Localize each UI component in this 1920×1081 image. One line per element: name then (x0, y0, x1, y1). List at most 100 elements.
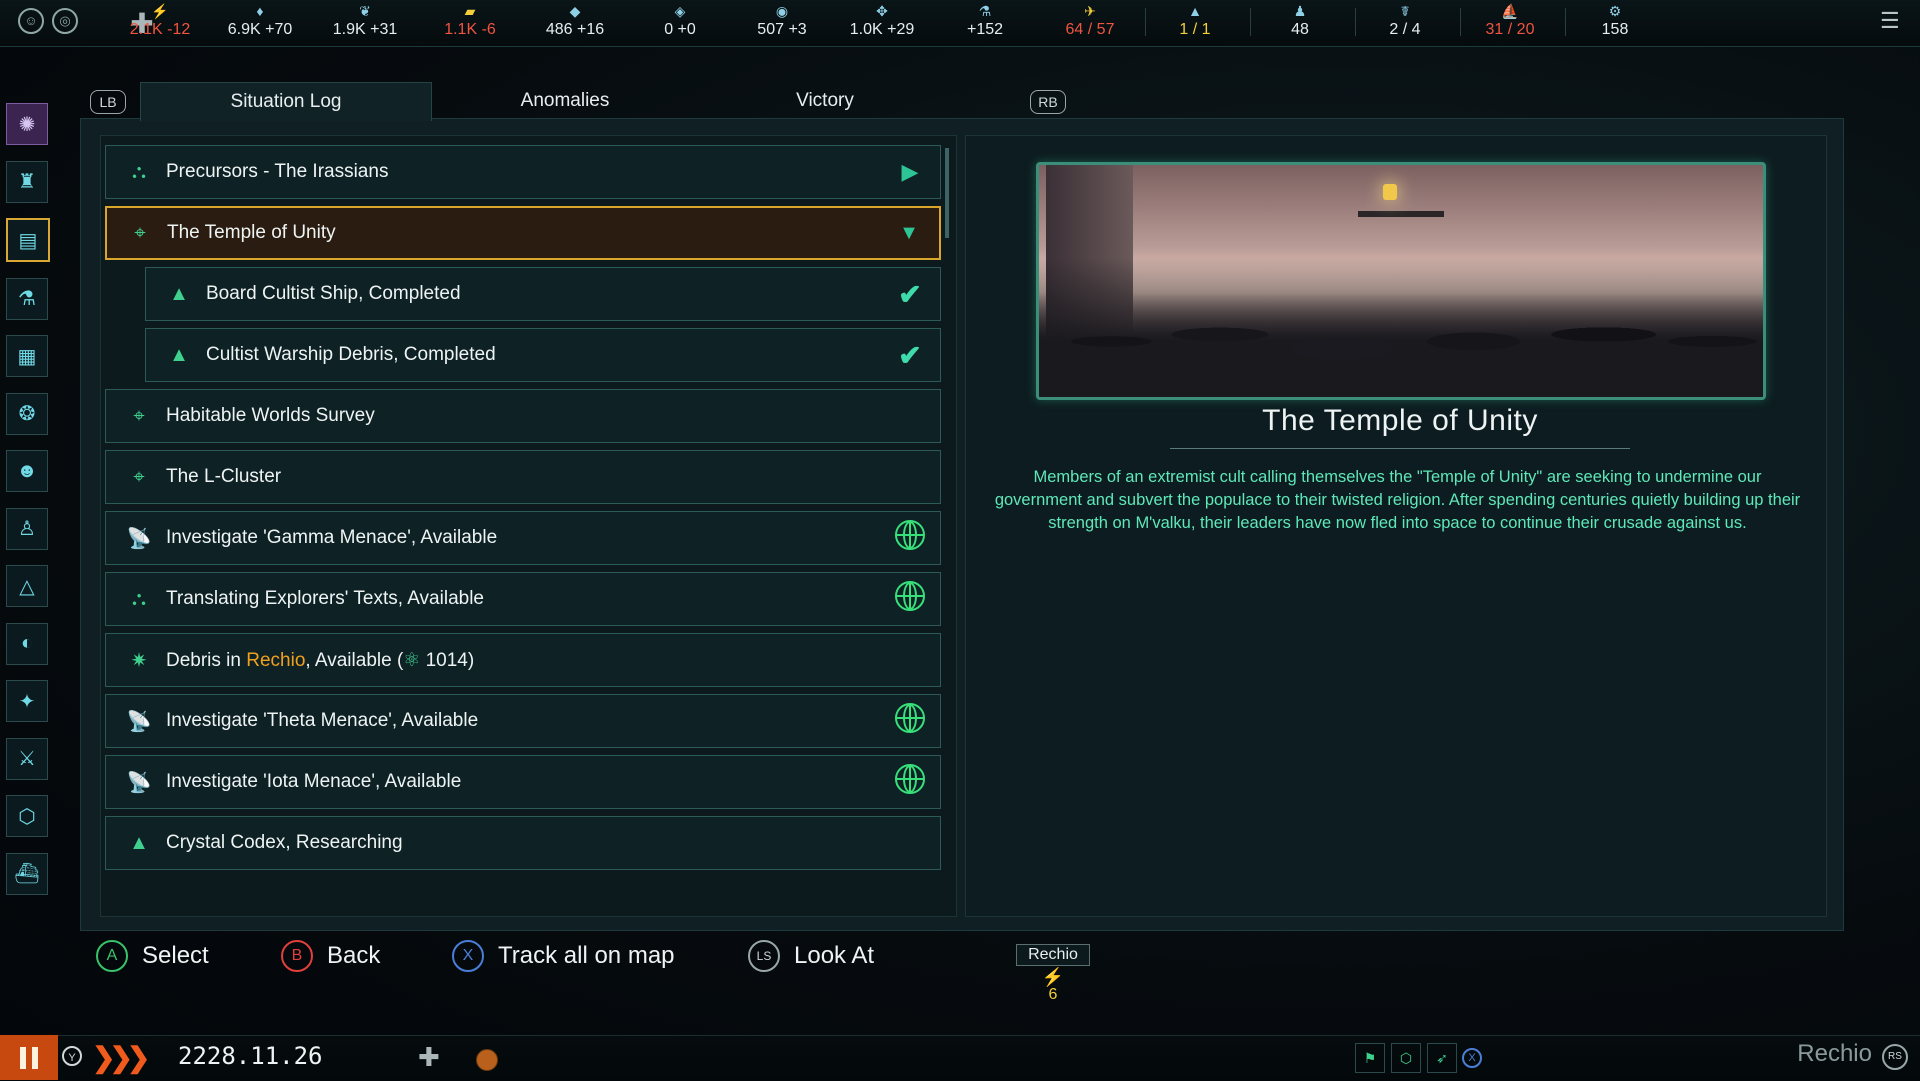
resource-envoys[interactable]: ☤ 2 / 4 (1355, 2, 1455, 39)
sidebar-economy-icon[interactable]: ▦ (6, 335, 48, 377)
top-left-icons: ☺ ◎ (18, 8, 78, 34)
sidebar-relics-icon[interactable]: ⬡ (6, 795, 48, 837)
back-prompt[interactable]: B Back (281, 940, 380, 972)
sidebar-planets-icon[interactable]: ◐ (6, 622, 48, 665)
label-part: ) (467, 649, 475, 671)
select-prompt[interactable]: A Select (96, 940, 209, 972)
log-item[interactable]: ▲ Cultist Warship Debris, Completed ✔ (145, 328, 941, 382)
resource-energy[interactable]: ⚡ 2.1K -12 (110, 2, 210, 39)
x-button-icon-bottom[interactable]: X (1462, 1048, 1482, 1068)
alloys-icon: ▰ (464, 3, 476, 19)
resource-planets[interactable]: ⚙ 158 (1565, 2, 1665, 39)
log-item[interactable]: ▲ Board Cultist Ship, Completed ✔ (145, 267, 941, 321)
system-link: Rechio (246, 649, 306, 671)
map-ship-icon[interactable]: ➶ (1427, 1043, 1457, 1073)
resource-population[interactable]: ♟ 48 (1250, 2, 1350, 39)
system-energy-value: 6 (1048, 986, 1058, 1003)
log-item[interactable]: ▲ Crystal Codex, Researching (105, 816, 941, 870)
log-item[interactable]: 📡 Investigate 'Iota Menace', Available (105, 755, 941, 809)
tab-anomalies[interactable]: Anomalies (440, 82, 690, 120)
starbase-icon: ▲ (1188, 3, 1202, 19)
resource-value: 1.1K -6 (444, 21, 496, 38)
resource-value: 507 +3 (757, 21, 807, 38)
envoys-icon: ☤ (1400, 3, 1410, 19)
resource-fleet[interactable]: ⛵ 31 / 20 (1460, 2, 1560, 39)
sidebar-research-icon[interactable]: ⚗ (6, 277, 48, 320)
resource-separator (1460, 8, 1461, 36)
resource-strategic-resource[interactable]: ◈ 0 +0 (630, 2, 730, 39)
log-item[interactable]: ⛬ Translating Explorers' Texts, Available (105, 572, 941, 626)
list-scrollbar[interactable] (945, 148, 949, 238)
resource-separator (1145, 8, 1146, 36)
resource-food[interactable]: ❦ 1.9K +31 (315, 2, 415, 39)
log-item[interactable]: ⌖ The L-Cluster (105, 450, 941, 504)
sidebar-species-icon[interactable]: ❂ (6, 392, 48, 435)
pause-button[interactable] (0, 1035, 58, 1080)
location-pin-icon: ⌖ (134, 221, 146, 244)
resource-naval-capacity[interactable]: ✈ 64 / 57 (1040, 2, 1140, 39)
event-illustration (1036, 162, 1766, 400)
resource-separator (1565, 8, 1566, 36)
log-item[interactable]: ✷ Debris in Rechio, Available (⚛ 1014) (105, 633, 941, 687)
resource-minerals[interactable]: ♦ 6.9K +70 (210, 2, 310, 39)
log-item[interactable]: ⌖ Habitable Worlds Survey (105, 389, 941, 443)
resource-influence[interactable]: ◉ 507 +3 (732, 2, 832, 39)
sidebar-situation-log-icon[interactable]: ▤ (6, 218, 50, 262)
log-item[interactable]: ⛬ Precursors - The Irassians ▶ (105, 145, 941, 199)
resource-bar: ☺ ◎ ✚ ⚡ 2.1K -12 ♦ 6.9K +70 ❦ 1.9K +31 ▰ 1.1K -… (0, 0, 1920, 47)
log-item[interactable]: ⌖ The Temple of Unity ▼ (105, 206, 941, 260)
log-item[interactable]: 📡 Investigate 'Theta Menace', Available (105, 694, 941, 748)
dpad-icon-bottom: ✚ (418, 1042, 440, 1072)
resource-alloys[interactable]: ▰ 1.1K -6 (420, 2, 520, 39)
log-item-label: Cultist Warship Debris, Completed (206, 344, 496, 365)
look-at-label: Look At (794, 942, 875, 969)
resource-starbase[interactable]: ▲ 1 / 1 (1145, 2, 1245, 39)
look-at-prompt[interactable]: LS Look At (748, 940, 874, 972)
map-filter-icon[interactable]: ⚑ (1355, 1043, 1385, 1073)
sidebar-government-icon[interactable]: ♜ (6, 160, 48, 203)
resource-value: 158 (1601, 21, 1629, 38)
galaxy-orb-icon[interactable] (476, 1049, 498, 1071)
debris-value: 1014 (425, 649, 468, 671)
illustration-idol (1382, 183, 1397, 200)
tab-situation-log[interactable]: Situation Log (140, 82, 432, 121)
sidebar-factions-icon[interactable]: ☻ (6, 450, 48, 492)
game-speed-icon[interactable]: ❯❯❯ (92, 1041, 150, 1074)
map-hex-icon[interactable]: ⬡ (1391, 1043, 1421, 1073)
consumer-goods-icon: ◆ (569, 3, 581, 19)
log-item-label: Board Cultist Ship, Completed (206, 283, 461, 304)
x-button-icon: X (452, 940, 484, 972)
sidebar-military-icon[interactable]: ⚔ (6, 737, 48, 780)
log-item-label: Investigate 'Iota Menace', Available (166, 771, 462, 792)
label-part: Debris in (166, 649, 247, 671)
location-pin-icon: ⌖ (133, 465, 145, 488)
sidebar-traditions-icon[interactable]: △ (6, 565, 48, 607)
sidebar-leaders-icon[interactable]: ♙ (6, 507, 48, 550)
unity-icon: ✥ (876, 3, 888, 19)
check-icon: ✔ (898, 339, 922, 371)
log-item-label: Crystal Codex, Researching (166, 832, 403, 853)
main-menu-icon[interactable]: ☰ (1880, 10, 1902, 32)
log-item[interactable]: 📡 Investigate 'Gamma Menace', Available (105, 511, 941, 565)
resource-research[interactable]: ⚗ +152 (935, 2, 1035, 39)
influence-icon: ◉ (775, 3, 789, 19)
track-all-prompt[interactable]: X Track all on map (452, 940, 675, 972)
resource-consumer-goods[interactable]: ◆ 486 +16 (525, 2, 625, 39)
lb-button[interactable]: LB (90, 90, 126, 114)
title-divider (1170, 448, 1630, 449)
sidebar-empire-icon[interactable]: ✺ (6, 103, 48, 145)
strategic-resource-icon: ◈ (674, 3, 686, 19)
sidebar-galaxy-icon[interactable]: ✦ (6, 680, 48, 722)
view-button-icon[interactable]: ◎ (52, 8, 78, 34)
resource-value: +152 (966, 21, 1004, 38)
rb-button[interactable]: RB (1030, 90, 1066, 114)
satellite-dish-icon: 📡 (126, 710, 152, 733)
tab-victory[interactable]: Victory (700, 82, 950, 120)
status-icon (880, 703, 940, 739)
contacts-icon[interactable]: ☺ (18, 8, 44, 34)
satellite-dish-icon: 📡 (126, 527, 152, 550)
sidebar-ships-icon[interactable]: ⛴ (6, 852, 48, 895)
log-item-label: The Temple of Unity (167, 222, 336, 243)
warning-icon: ▲ (169, 343, 189, 366)
resource-unity[interactable]: ✥ 1.0K +29 (832, 2, 932, 39)
